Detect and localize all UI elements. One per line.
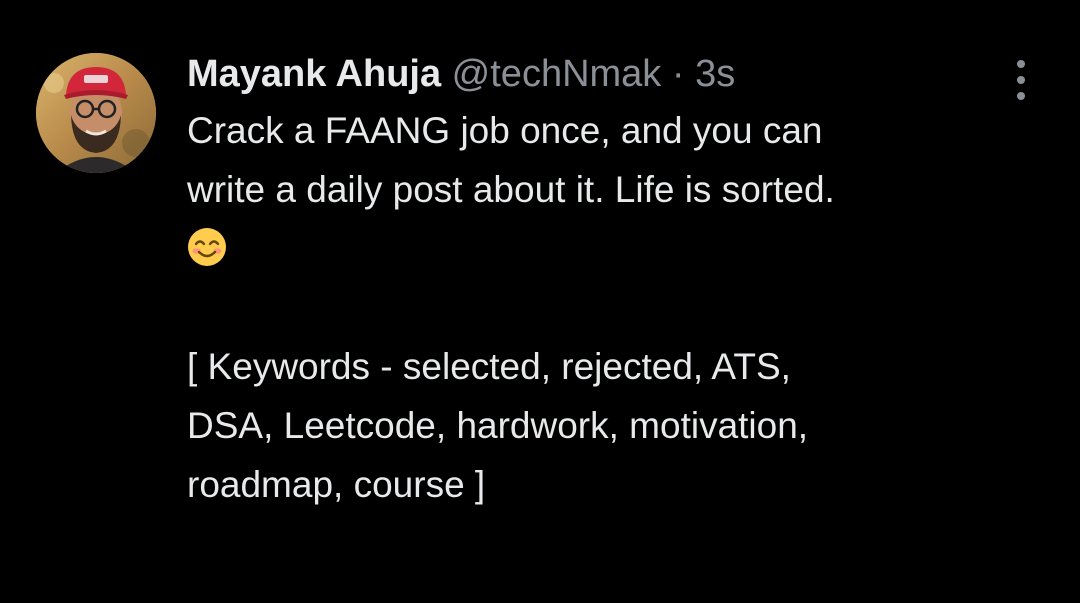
tweet-timestamp[interactable]: 3s [695,53,735,95]
more-vertical-icon[interactable] [1006,58,1036,102]
keywords-line: DSA, Leetcode, hardwork, motivation, [187,405,809,446]
avatar-image [36,53,156,173]
tweet-text-line: Crack a FAANG job once, and you can [187,110,823,151]
more-dot [1017,60,1025,68]
smiling-face-emoji-icon [188,228,226,266]
keywords-line: [ Keywords - selected, rejected, ATS, [187,346,791,387]
keywords-line: roadmap, course ] [187,464,486,505]
tweet-text-line: write a daily post about it. Life is sor… [187,169,835,210]
tweet-text: Crack a FAANG job once, and you can writ… [187,101,1027,514]
more-dot [1017,92,1025,100]
tweet-content: Mayank Ahuja @techNmak · 3s Crack a FAAN… [187,50,1027,514]
author-display-name[interactable]: Mayank Ahuja [187,53,441,95]
avatar[interactable] [36,53,156,173]
author-handle[interactable]: @techNmak [452,53,662,95]
tweet-header: Mayank Ahuja @techNmak · 3s [187,50,1027,98]
tweet[interactable]: Mayank Ahuja @techNmak · 3s Crack a FAAN… [0,0,1080,603]
more-dot [1017,76,1025,84]
header-separator: · [671,53,685,95]
emoji-line [187,219,1027,278]
